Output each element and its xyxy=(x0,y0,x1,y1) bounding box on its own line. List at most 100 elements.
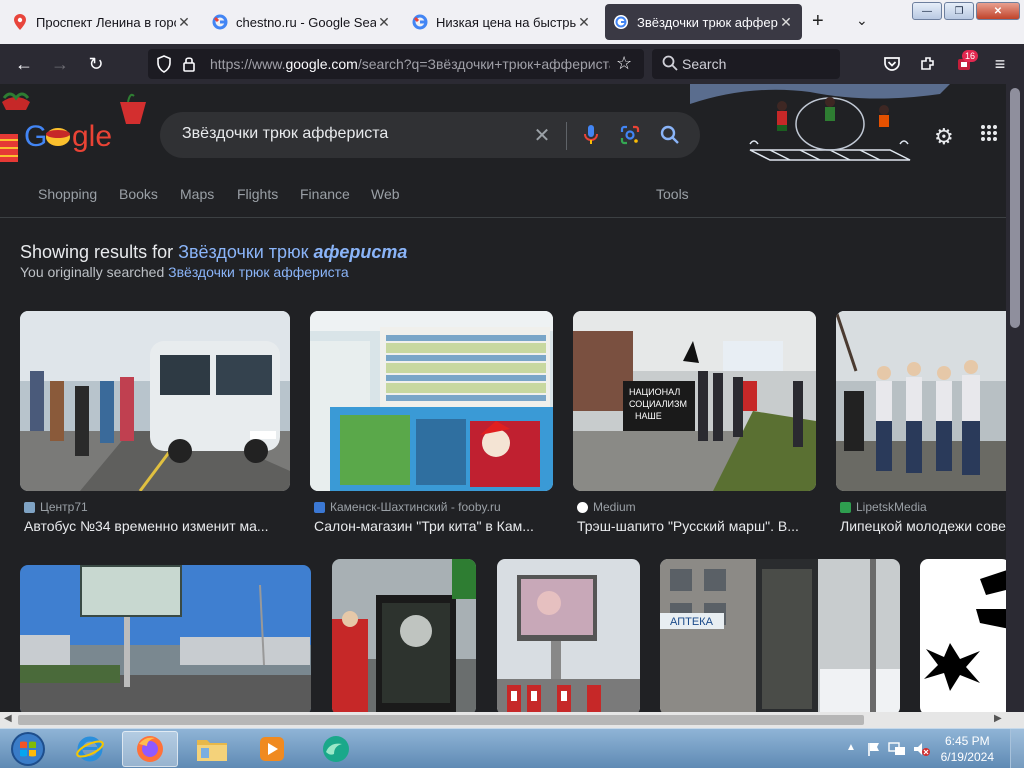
pocket-icon[interactable] xyxy=(880,52,904,76)
billboard-road-image[interactable] xyxy=(20,565,311,712)
search-icon xyxy=(662,55,678,74)
network-icon[interactable] xyxy=(888,741,906,757)
forward-arrow-icon[interactable]: → xyxy=(48,52,72,76)
search-query[interactable]: Звёздочки трюк аффериста xyxy=(182,125,388,143)
bookmark-star-icon[interactable]: ☆ xyxy=(616,53,632,74)
scroll-left-icon[interactable]: ◀ xyxy=(4,713,12,724)
filter-maps[interactable]: Maps xyxy=(180,186,214,202)
billboard-crowd-image[interactable] xyxy=(497,559,640,712)
window-controls: — ❐ ✕ xyxy=(912,2,1020,20)
shop-interior-image[interactable] xyxy=(310,311,553,491)
filter-finance[interactable]: Finance xyxy=(300,186,350,202)
reload-icon[interactable]: ↻ xyxy=(84,52,108,76)
filter-shopping[interactable]: Shopping xyxy=(38,186,97,202)
start-button[interactable] xyxy=(2,731,54,767)
extensions-icon[interactable] xyxy=(916,52,940,76)
google-icon xyxy=(613,14,629,30)
originally-searched: You originally searched Звёздочки трюк а… xyxy=(20,264,349,280)
maximize-button[interactable]: ❐ xyxy=(944,2,974,20)
tab-chestno[interactable]: chestno.ru - Google Search ✕ xyxy=(204,4,400,40)
media-player-icon xyxy=(260,737,284,761)
result-source[interactable]: Центр71 xyxy=(24,500,88,514)
google-doodle-logo[interactable]: G gle xyxy=(0,84,150,168)
filter-flights[interactable]: Flights xyxy=(237,186,278,202)
google-icon xyxy=(212,14,228,30)
close-button[interactable]: ✕ xyxy=(976,2,1020,20)
windows-logo-icon xyxy=(11,732,45,766)
corrected-query-link[interactable]: Звёздочки трюк афериста xyxy=(178,242,407,262)
site-favicon-icon xyxy=(24,501,35,513)
corrected-query-bold: афериста xyxy=(313,242,408,262)
result-title[interactable]: Трэш-шапито "Русский марш". В... xyxy=(577,518,816,534)
result-title[interactable]: Салон-магазин "Три кита" в Кам... xyxy=(314,518,553,534)
corrected-query-plain: Звёздочки трюк xyxy=(178,242,314,262)
firefox-icon xyxy=(137,736,163,762)
tray-expand-icon[interactable]: ▲ xyxy=(846,742,856,753)
vertical-scroll-thumb[interactable] xyxy=(1010,88,1020,328)
close-tab-icon[interactable]: ✕ xyxy=(376,14,392,31)
clock-time: 6:45 PM xyxy=(944,734,990,748)
bus-stop-image[interactable] xyxy=(20,311,290,491)
result-title[interactable]: Липецкой молодежи сове xyxy=(840,518,1006,534)
apteka-street-image[interactable]: АПТЕКА xyxy=(660,559,900,712)
svg-text:gle: gle xyxy=(72,120,112,153)
lens-camera-icon[interactable] xyxy=(618,123,642,147)
google-apps-icon[interactable] xyxy=(980,124,998,147)
menu-icon[interactable]: ≡ xyxy=(988,52,1012,76)
taskbar-explorer[interactable] xyxy=(184,731,240,767)
new-tab-icon[interactable]: + xyxy=(812,10,824,33)
back-arrow-icon[interactable]: ← xyxy=(12,52,36,76)
result-source-name: LipetskMedia xyxy=(856,500,927,514)
vertical-scrollbar[interactable] xyxy=(1006,84,1024,712)
tab-zvezdochki-active[interactable]: Звёздочки трюк аффери ✕ xyxy=(605,4,802,40)
chevron-down-icon[interactable]: ⌄ xyxy=(856,12,868,29)
settings-gear-icon[interactable]: ⚙ xyxy=(934,124,954,150)
url-bar[interactable]: https://www.google.com/search?q=Звёздочк… xyxy=(148,49,644,79)
site-favicon-icon xyxy=(577,501,588,513)
taskbar-ie[interactable] xyxy=(62,731,118,767)
horizontal-scrollbar[interactable]: ◀ ▶ xyxy=(0,712,1024,728)
clear-search-icon[interactable]: ✕ xyxy=(530,123,554,147)
taskbar-media-player[interactable] xyxy=(244,731,300,767)
taskbar-clock[interactable]: 6:45 PM 6/19/2024 xyxy=(941,733,994,765)
svg-text:АПТЕКА: АПТЕКА xyxy=(670,616,714,628)
microphone-icon[interactable] xyxy=(579,123,603,147)
tab-nizkaya-cena[interactable]: Низкая цена на быстрый ✕ xyxy=(404,4,600,40)
map-pin-icon xyxy=(12,14,28,30)
tab-prospekt-lenina[interactable]: Проспект Ленина в город ✕ xyxy=(4,4,200,40)
close-tab-icon[interactable]: ✕ xyxy=(576,14,592,31)
close-tab-icon[interactable]: ✕ xyxy=(778,14,794,31)
svg-text:НАШЕ: НАШЕ xyxy=(635,411,662,421)
tab-title: Низкая цена на быстрый xyxy=(436,14,576,30)
original-query-link[interactable]: Звёздочки трюк аффериста xyxy=(168,264,349,280)
youth-walk-image[interactable] xyxy=(836,311,1006,491)
march-street-image[interactable]: НАЦИОНАЛ СОЦИАЛИЗМ НАШЕ xyxy=(573,311,816,491)
extension-badge: 16 xyxy=(962,50,979,62)
lock-icon[interactable] xyxy=(182,55,196,78)
show-desktop-button[interactable] xyxy=(1010,729,1024,768)
taskbar-firefox[interactable] xyxy=(122,731,178,767)
tools-button[interactable]: Tools xyxy=(656,186,689,202)
star-pattern-image[interactable] xyxy=(920,559,1006,712)
doodle-decoration xyxy=(690,84,950,161)
result-title[interactable]: Автобус №34 временно изменит ма... xyxy=(24,518,290,534)
tab-title: Звёздочки трюк аффери xyxy=(637,14,778,30)
filter-books[interactable]: Books xyxy=(119,186,158,202)
scroll-right-icon[interactable]: ▶ xyxy=(994,713,1002,724)
result-source[interactable]: Каменск-Шахтинский - fooby.ru xyxy=(314,500,501,514)
google-search-box[interactable]: Звёздочки трюк аффериста ✕ xyxy=(160,112,700,158)
horizontal-scroll-thumb[interactable] xyxy=(18,715,864,725)
street-poster-image[interactable] xyxy=(332,559,476,712)
minimize-button[interactable]: — xyxy=(912,2,942,20)
volume-muted-icon[interactable] xyxy=(912,741,930,757)
browser-search-box[interactable]: Search xyxy=(652,49,840,79)
action-center-flag-icon[interactable] xyxy=(866,741,882,757)
taskbar-app[interactable] xyxy=(308,731,364,767)
url-text[interactable]: https://www.google.com/search?q=Звёздочк… xyxy=(210,56,610,72)
search-icon[interactable] xyxy=(658,123,682,147)
result-source[interactable]: Medium xyxy=(577,500,636,514)
shield-icon[interactable] xyxy=(156,55,172,78)
close-tab-icon[interactable]: ✕ xyxy=(176,14,192,31)
result-source[interactable]: LipetskMedia xyxy=(840,500,927,514)
filter-web[interactable]: Web xyxy=(371,186,400,202)
